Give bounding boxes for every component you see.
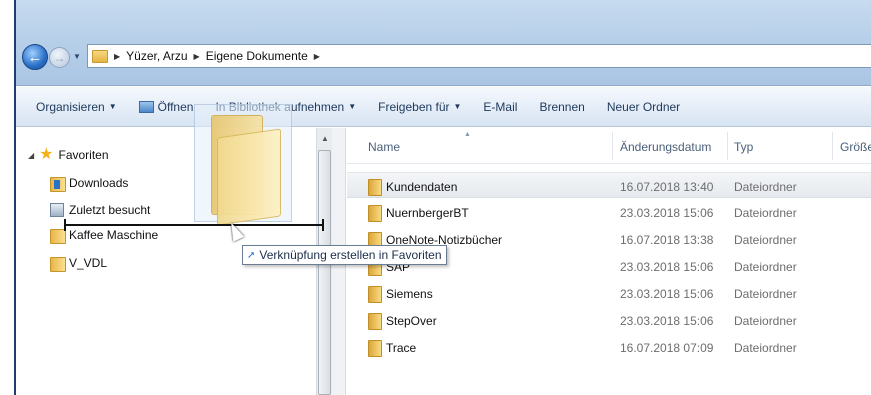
organize-label: Organisieren xyxy=(36,99,105,114)
command-bar: Organisieren ▼ Öffnen In Bibliothek aufn… xyxy=(16,87,871,127)
file-type: Dateiordner xyxy=(734,314,797,328)
chevron-down-icon: ▼ xyxy=(348,102,357,111)
folder-icon xyxy=(368,179,382,196)
address-bar[interactable]: ▶ Yüzer, Arzu ▶ Eigene Dokumente ▶ xyxy=(87,44,871,68)
drag-tooltip-label: Verknüpfung erstellen in Favoriten xyxy=(259,248,442,262)
file-type: Dateiordner xyxy=(734,233,797,247)
file-type: Dateiordner xyxy=(734,287,797,301)
file-name: Kundendaten xyxy=(386,180,458,194)
nav-favorites-label: Favoriten xyxy=(58,148,109,162)
chevron-right-icon[interactable]: ▶ xyxy=(194,52,200,61)
file-name: Siemens xyxy=(386,287,433,301)
chevron-right-icon[interactable]: ▶ xyxy=(314,52,320,61)
nav-item-label: Downloads xyxy=(69,176,129,190)
folder-icon xyxy=(50,228,66,244)
file-type: Dateiordner xyxy=(734,180,797,194)
file-type: Dateiordner xyxy=(734,341,797,355)
chevron-down-icon: ▼ xyxy=(453,102,462,111)
file-date: 16.07.2018 13:38 xyxy=(620,233,714,247)
back-button[interactable]: ← xyxy=(22,44,48,70)
recent-pages-dropdown[interactable]: ▼ xyxy=(73,52,81,61)
new-folder-button[interactable]: Neuer Ordner xyxy=(607,100,680,114)
chevron-down-icon: ▼ xyxy=(108,102,117,111)
file-name: NuernbergerBT xyxy=(386,206,469,220)
nav-item-label: Kaffee Maschine xyxy=(69,228,159,242)
organize-button[interactable]: Organisieren ▼ xyxy=(36,100,117,114)
column-name[interactable]: Name xyxy=(368,140,400,154)
column-type[interactable]: Typ xyxy=(734,140,753,154)
drag-tooltip: ➚ Verknüpfung erstellen in Favoriten xyxy=(242,245,447,265)
column-divider[interactable] xyxy=(727,132,728,160)
arrow-left-icon: ← xyxy=(27,48,43,66)
column-header-row: ▲ Name Änderungsdatum Typ Größe xyxy=(347,128,871,164)
column-divider[interactable] xyxy=(612,132,613,160)
file-type: Dateiordner xyxy=(734,206,797,220)
folder-icon xyxy=(368,286,382,303)
star-icon: ★ xyxy=(39,146,54,163)
column-divider[interactable] xyxy=(832,132,833,160)
file-date: 23.03.2018 15:06 xyxy=(620,287,714,301)
nav-item-recent[interactable]: Zuletzt besucht xyxy=(50,203,150,217)
scroll-up-icon[interactable]: ▲ xyxy=(321,134,329,143)
nav-item-label: V_VDL xyxy=(69,256,108,270)
nav-item-vvdl[interactable]: V_VDL xyxy=(50,256,108,272)
file-row[interactable]: Siemens 23.03.2018 15:06 Dateiordner xyxy=(347,280,871,306)
file-row[interactable]: NuernbergerBT 23.03.2018 15:06 Dateiordn… xyxy=(347,199,871,225)
open-label: Öffnen xyxy=(157,99,194,114)
forward-button[interactable]: → xyxy=(49,47,70,68)
file-row[interactable]: StepOver 23.03.2018 15:06 Dateiordner xyxy=(347,307,871,333)
open-folder-icon xyxy=(138,100,154,113)
downloads-folder-icon xyxy=(50,176,66,192)
file-date: 16.07.2018 07:09 xyxy=(620,341,714,355)
folder-icon xyxy=(92,49,108,63)
collapse-triangle-icon[interactable]: ◢ xyxy=(28,151,34,160)
share-with-button[interactable]: Freigeben für ▼ xyxy=(378,100,461,114)
shortcut-arrow-icon: ➚ xyxy=(247,249,256,261)
column-size[interactable]: Größe xyxy=(840,140,871,154)
file-name: StepOver xyxy=(386,314,437,328)
folder-icon xyxy=(50,256,66,272)
sort-ascending-icon: ▲ xyxy=(464,131,471,138)
file-name: Trace xyxy=(386,341,417,355)
file-date: 16.07.2018 13:40 xyxy=(620,180,714,194)
scroll-thumb[interactable] xyxy=(318,150,331,395)
nav-item-kaffee[interactable]: Kaffee Maschine xyxy=(50,228,159,244)
email-button[interactable]: E-Mail xyxy=(483,100,517,114)
file-date: 23.03.2018 15:06 xyxy=(620,206,714,220)
nav-item-label: Zuletzt besucht xyxy=(69,203,151,217)
column-date[interactable]: Änderungsdatum xyxy=(620,140,711,154)
folder-icon xyxy=(368,205,382,222)
file-type: Dateiordner xyxy=(734,260,797,274)
nav-favorites[interactable]: ◢ ★ Favoriten xyxy=(28,146,109,163)
breadcrumb-documents[interactable]: Eigene Dokumente xyxy=(206,49,308,63)
chevron-right-icon[interactable]: ▶ xyxy=(114,52,120,61)
drop-insertion-line xyxy=(64,219,324,231)
burn-button[interactable]: Brennen xyxy=(539,100,584,114)
nav-item-downloads[interactable]: Downloads xyxy=(50,176,129,192)
recent-places-icon xyxy=(50,203,64,217)
file-date: 23.03.2018 15:06 xyxy=(620,260,714,274)
folder-icon xyxy=(368,340,382,357)
file-row[interactable]: Kundendaten 16.07.2018 13:40 Dateiordner xyxy=(347,172,871,198)
arrow-right-icon: → xyxy=(53,50,66,65)
breadcrumb-user[interactable]: Yüzer, Arzu xyxy=(126,49,187,63)
title-address-area: ← → ▼ ▶ Yüzer, Arzu ▶ Eigene Dokumente ▶ xyxy=(16,0,871,86)
file-date: 23.03.2018 15:06 xyxy=(620,314,714,328)
share-label: Freigeben für xyxy=(378,99,450,114)
dragged-folder-front-icon xyxy=(217,128,281,226)
file-row[interactable]: Trace 16.07.2018 07:09 Dateiordner xyxy=(347,334,871,360)
explorer-window: ← → ▼ ▶ Yüzer, Arzu ▶ Eigene Dokumente ▶… xyxy=(14,0,871,395)
drag-ghost-preview xyxy=(194,104,292,226)
open-button[interactable]: Öffnen xyxy=(138,99,194,114)
folder-icon xyxy=(368,313,382,330)
